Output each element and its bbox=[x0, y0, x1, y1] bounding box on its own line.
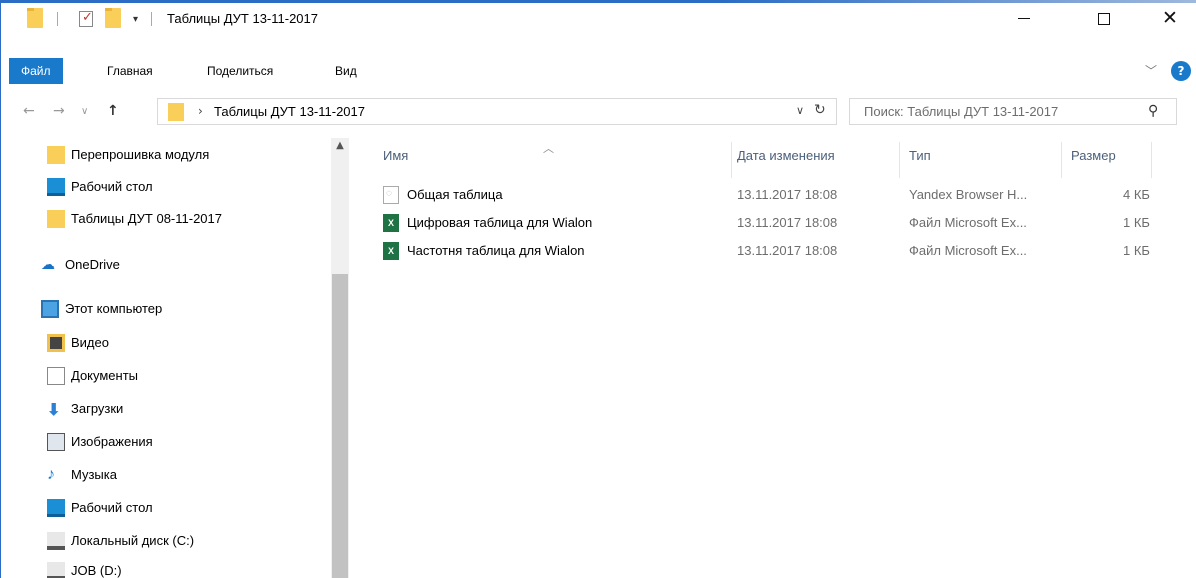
file-date: 13.11.2017 18:08 bbox=[737, 243, 838, 258]
file-date: 13.11.2017 18:08 bbox=[737, 187, 838, 202]
explorer-window: ✓ ▾ Таблицы ДУТ 13-11-2017 ✕ Файл Главна… bbox=[0, 0, 1196, 578]
maximize-button[interactable] bbox=[1081, 3, 1127, 33]
nav-item-label: Изображения bbox=[71, 434, 153, 449]
search-input[interactable]: Поиск: Таблицы ДУТ 13-11-2017 ⚲ bbox=[849, 98, 1177, 125]
downloads-icon: ⬇ bbox=[47, 402, 61, 419]
music-icon: ♪ bbox=[47, 466, 55, 483]
column-divider[interactable] bbox=[1151, 142, 1152, 178]
html-file-icon bbox=[383, 186, 399, 204]
refresh-icon[interactable]: ↻ bbox=[814, 102, 826, 118]
qat-dropdown-icon[interactable]: ▾ bbox=[133, 14, 138, 25]
folder-icon bbox=[168, 103, 184, 121]
ribbon-tabs: Файл Главная Поделиться Вид ﹀ ? bbox=[1, 58, 1196, 84]
navigation-bar: ← → ∨ ↑ › Таблицы ДУТ 13-11-2017 ∨ ↻ Пои… bbox=[1, 94, 1196, 130]
forward-arrow-icon[interactable]: → bbox=[53, 103, 65, 119]
column-divider[interactable] bbox=[1061, 142, 1062, 178]
drive-icon bbox=[47, 562, 65, 578]
file-type: Файл Microsoft Ex... bbox=[909, 215, 1027, 230]
nav-item-label: Таблицы ДУТ 08-11-2017 bbox=[71, 211, 222, 226]
nav-item-label: Рабочий стол bbox=[71, 500, 153, 515]
excel-file-icon: X bbox=[383, 242, 399, 260]
desktop-icon bbox=[47, 178, 65, 196]
folder-icon bbox=[27, 8, 43, 28]
onedrive-icon: ☁ bbox=[41, 256, 55, 272]
file-type: Файл Microsoft Ex... bbox=[909, 243, 1027, 258]
search-icon[interactable]: ⚲ bbox=[1148, 103, 1158, 119]
nav-item-label: OneDrive bbox=[65, 257, 120, 272]
search-placeholder: Поиск: Таблицы ДУТ 13-11-2017 bbox=[864, 104, 1059, 119]
file-date: 13.11.2017 18:08 bbox=[737, 215, 838, 230]
window-title: Таблицы ДУТ 13-11-2017 bbox=[167, 11, 318, 26]
file-row[interactable]: Общая таблица 13.11.2017 18:08 Yandex Br… bbox=[363, 184, 1196, 206]
title-bar[interactable]: ✓ ▾ Таблицы ДУТ 13-11-2017 ✕ bbox=[1, 3, 1196, 33]
ribbon-expand-chevron-icon[interactable]: ﹀ bbox=[1145, 62, 1157, 79]
back-arrow-icon[interactable]: ← bbox=[23, 103, 35, 119]
column-header-type[interactable]: Тип bbox=[909, 148, 931, 163]
folder-icon bbox=[47, 146, 65, 164]
properties-icon[interactable]: ✓ bbox=[79, 10, 93, 27]
help-icon[interactable]: ? bbox=[1171, 61, 1191, 81]
file-row[interactable]: X Цифровая таблица для Wialon 13.11.2017… bbox=[363, 212, 1196, 234]
qat-separator bbox=[57, 12, 58, 26]
sort-ascending-icon: ︿ bbox=[543, 142, 554, 155]
navigation-pane: Перепрошивка модуля Рабочий стол Таблицы… bbox=[1, 138, 355, 578]
tab-home[interactable]: Главная bbox=[95, 58, 165, 84]
nav-item-label: JOB (D:) bbox=[71, 563, 122, 578]
breadcrumb-chevron-icon[interactable]: › bbox=[198, 104, 203, 118]
file-name: Цифровая таблица для Wialon bbox=[407, 215, 593, 230]
new-folder-icon[interactable] bbox=[105, 8, 121, 28]
scroll-up-arrow-icon[interactable]: ▲ bbox=[331, 140, 349, 156]
nav-pane-scrollbar[interactable]: ▲ bbox=[331, 138, 349, 578]
file-type: Yandex Browser H... bbox=[909, 187, 1028, 202]
breadcrumb-path[interactable]: Таблицы ДУТ 13-11-2017 bbox=[214, 104, 365, 119]
address-history-chevron-icon[interactable]: ∨ bbox=[796, 104, 804, 117]
drive-icon bbox=[47, 532, 65, 550]
nav-item-label: Музыка bbox=[71, 467, 117, 482]
nav-item-label: Документы bbox=[71, 368, 139, 383]
column-header-size[interactable]: Размер bbox=[1071, 148, 1116, 163]
recent-locations-chevron-icon[interactable]: ∨ bbox=[81, 106, 88, 117]
video-icon bbox=[47, 334, 65, 352]
column-header-date[interactable]: Дата изменения bbox=[737, 148, 835, 163]
file-name: Общая таблица bbox=[407, 187, 503, 202]
file-size: 1 КБ bbox=[1123, 243, 1150, 258]
up-arrow-icon[interactable]: ↑ bbox=[107, 103, 119, 119]
nav-item-label: Видео bbox=[71, 335, 109, 350]
file-row[interactable]: X Частотня таблица для Wialon 13.11.2017… bbox=[363, 240, 1196, 262]
documents-icon bbox=[47, 367, 65, 385]
column-divider[interactable] bbox=[731, 142, 732, 178]
tab-file[interactable]: Файл bbox=[9, 58, 63, 84]
folder-icon bbox=[47, 210, 65, 228]
excel-file-icon: X bbox=[383, 214, 399, 232]
close-button[interactable]: ✕ bbox=[1147, 3, 1193, 33]
nav-item-label: Локальный диск (C:) bbox=[71, 533, 195, 548]
qat-separator bbox=[151, 12, 152, 26]
pictures-icon bbox=[47, 433, 65, 451]
file-size: 1 КБ bbox=[1123, 215, 1150, 230]
computer-icon bbox=[41, 300, 59, 318]
scroll-thumb[interactable] bbox=[332, 274, 348, 578]
file-name: Частотня таблица для Wialon bbox=[407, 243, 585, 258]
desktop-icon bbox=[47, 499, 65, 517]
file-size: 4 КБ bbox=[1123, 187, 1150, 202]
column-divider[interactable] bbox=[899, 142, 900, 178]
nav-item-label: Этот компьютер bbox=[65, 301, 163, 316]
address-bar[interactable]: › Таблицы ДУТ 13-11-2017 ∨ ↻ bbox=[157, 98, 837, 125]
tab-view[interactable]: Вид bbox=[323, 58, 369, 84]
column-header-name[interactable]: Имя bbox=[383, 148, 408, 163]
file-list: ︿ Имя Дата изменения Тип Размер Общая та… bbox=[363, 138, 1196, 578]
tab-share[interactable]: Поделиться bbox=[195, 58, 285, 84]
minimize-button[interactable] bbox=[1001, 3, 1047, 33]
nav-item-label: Перепрошивка модуля bbox=[71, 147, 210, 162]
nav-item-label: Рабочий стол bbox=[71, 179, 153, 194]
nav-item-label: Загрузки bbox=[71, 401, 124, 416]
